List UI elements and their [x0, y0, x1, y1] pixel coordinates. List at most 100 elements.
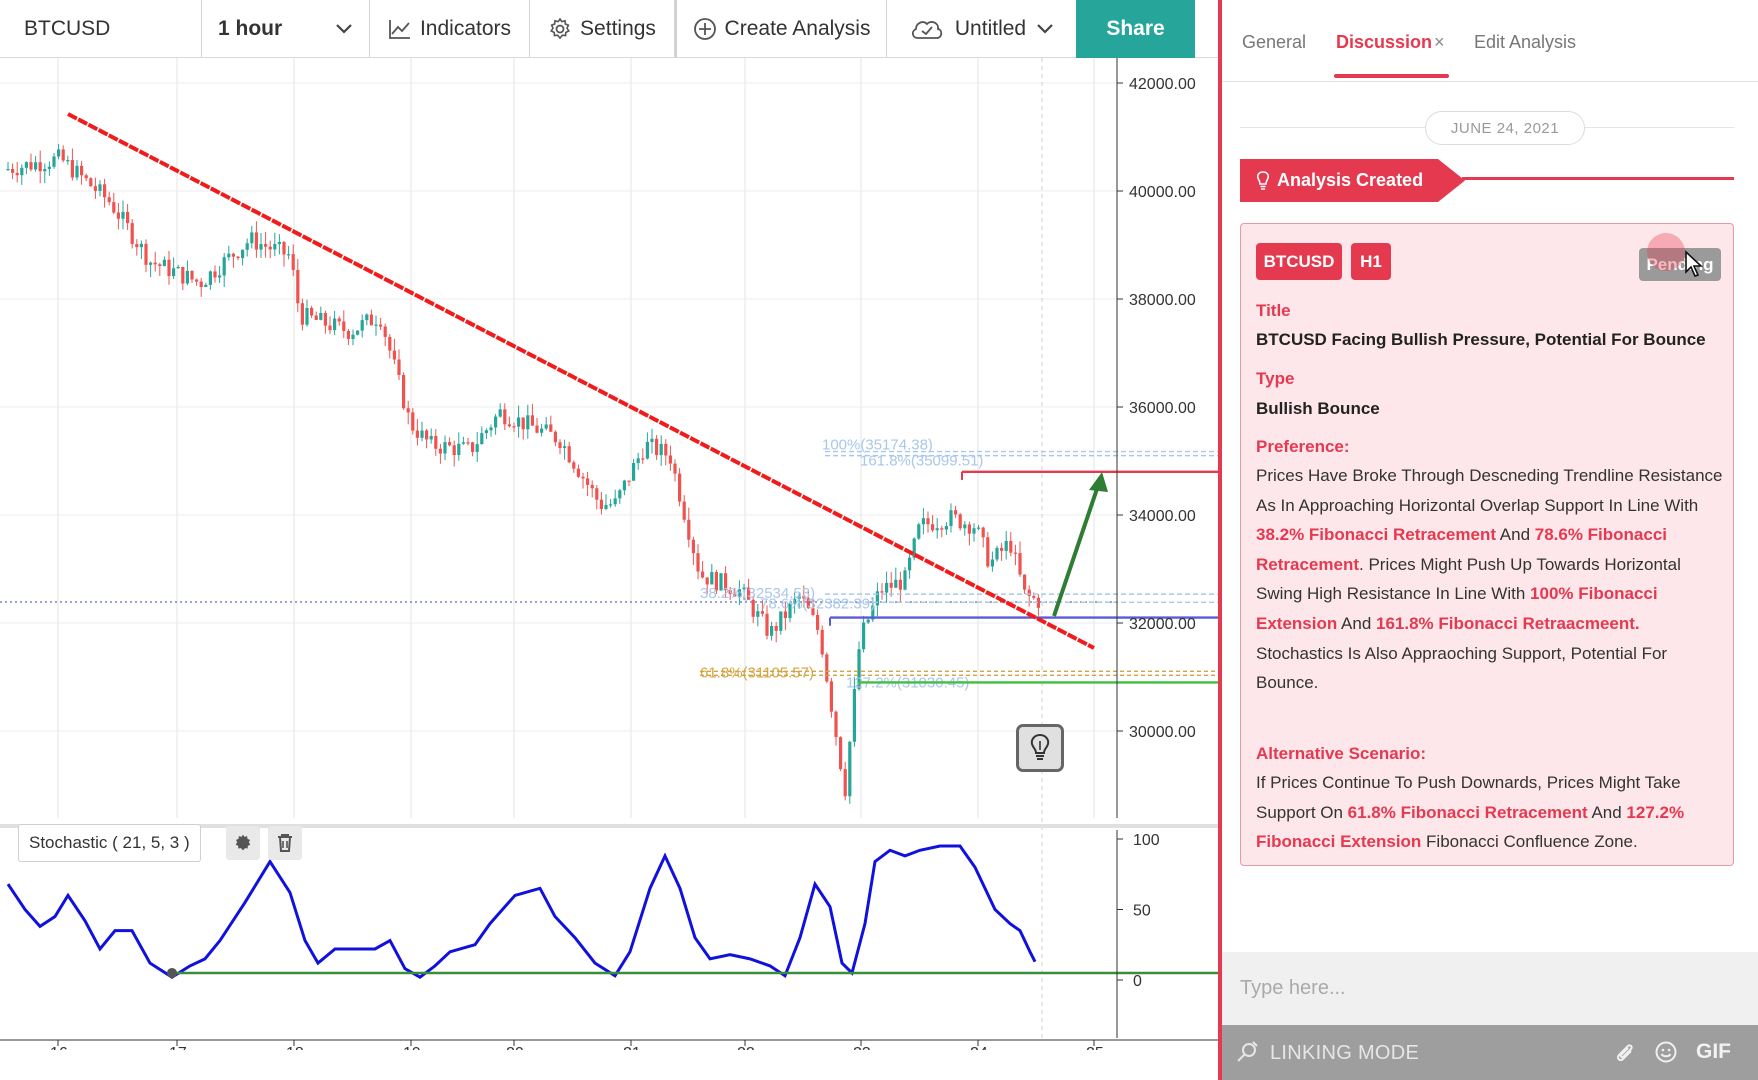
- linking-mode-label[interactable]: LINKING MODE: [1270, 1042, 1419, 1065]
- stoch-tick-label: 100: [1133, 832, 1160, 849]
- candle-body: [972, 528, 976, 534]
- symbol-text: BTCUSD: [24, 17, 111, 40]
- candle-body: [885, 582, 889, 593]
- candle-body: [852, 689, 856, 742]
- indicators-button[interactable]: Indicators: [370, 0, 530, 58]
- timeframe-badge: H1: [1351, 243, 1391, 280]
- gear-icon: [550, 17, 571, 40]
- candle-body: [360, 320, 364, 331]
- fib-label-1618: 161.8%(35099.51): [860, 453, 983, 470]
- candle-body: [250, 232, 254, 244]
- lightbulb-icon: [1030, 733, 1050, 760]
- candle-body: [57, 149, 61, 157]
- candlestick-series: [6, 143, 1040, 804]
- candle-body: [889, 582, 893, 588]
- candle-body: [710, 572, 714, 585]
- price-chart[interactable]: 100%(35174.38) 161.8%(35099.51) 38.2%(3253…: [0, 58, 1221, 1050]
- candle-body: [475, 444, 479, 452]
- date-pill: JUNE 24, 2021: [1425, 111, 1585, 145]
- tab-close-icon[interactable]: ×: [1434, 32, 1445, 53]
- candle-body: [75, 165, 79, 178]
- layout-name: Untitled: [954, 17, 1027, 40]
- date-tick-label: 23: [853, 1045, 871, 1050]
- gear-icon: [235, 834, 251, 851]
- stochastic-legend[interactable]: Stochastic ( 21, 5, 3 ): [18, 824, 201, 862]
- candle-body: [264, 244, 268, 247]
- candle-body: [287, 254, 291, 256]
- date-tick-label: 18: [286, 1045, 304, 1050]
- stochastic-delete-button[interactable]: [268, 826, 302, 860]
- candle-body: [66, 160, 70, 162]
- candle-body: [995, 547, 999, 560]
- linking-mode-icon[interactable]: [1234, 1039, 1260, 1065]
- candle-body: [323, 313, 327, 326]
- candle-body: [195, 279, 199, 282]
- paperclip-icon[interactable]: [1614, 1040, 1636, 1064]
- candle-body: [158, 264, 162, 267]
- candle-body: [489, 427, 493, 431]
- candle-body: [135, 244, 139, 248]
- stoch-tick-label: 50: [1133, 903, 1151, 920]
- candle-body: [678, 473, 682, 502]
- candle-body: [507, 424, 511, 427]
- candle-body: [783, 611, 787, 618]
- create-analysis-button[interactable]: Create Analysis: [675, 0, 887, 58]
- candle-body: [434, 435, 438, 449]
- candle-body: [563, 446, 567, 449]
- candle-body: [273, 244, 277, 250]
- candle-body: [448, 442, 452, 446]
- candle-body: [268, 246, 272, 250]
- timeframe-dropdown[interactable]: 1 hour: [202, 0, 370, 58]
- candle-body: [530, 415, 534, 426]
- emoji-icon[interactable]: [1654, 1040, 1678, 1064]
- candle-body: [954, 510, 958, 515]
- candle-body: [944, 526, 948, 530]
- chart-canvas[interactable]: 100%(35174.38)161.8%(35099.51)38.2%(3253…: [0, 58, 1218, 1050]
- candle-body: [880, 591, 884, 593]
- symbol-search-box[interactable]: BTCUSD: [0, 0, 202, 58]
- candle-body: [402, 374, 406, 409]
- line-chart-icon: [389, 20, 410, 39]
- candle-body: [526, 415, 530, 430]
- click-highlight: [1647, 233, 1685, 271]
- candle-body: [503, 409, 507, 425]
- candle-body: [461, 442, 465, 444]
- trash-icon: [278, 834, 292, 852]
- candle-body: [406, 408, 410, 413]
- idea-bulb-button[interactable]: [1016, 724, 1064, 772]
- price-tick-label: 42000.00: [1129, 76, 1196, 93]
- candle-body: [452, 445, 456, 456]
- candle-body: [576, 468, 580, 477]
- preference-text: Prices Have Broke Through Descneding Tre…: [1256, 466, 1723, 693]
- candle-body: [908, 557, 912, 571]
- message-input[interactable]: Type here...: [1222, 952, 1758, 1025]
- candle-body: [599, 499, 603, 509]
- settings-button[interactable]: Settings: [530, 0, 675, 58]
- tab-discussion[interactable]: Discussion: [1336, 32, 1432, 53]
- candle-body: [337, 318, 341, 322]
- candle-body: [751, 599, 755, 617]
- candle-body: [227, 253, 231, 258]
- candle-body: [926, 518, 930, 525]
- stochastic-settings-button[interactable]: [226, 826, 260, 860]
- price-tick-label: 38000.00: [1129, 292, 1196, 309]
- cloud-check-icon: [911, 21, 943, 39]
- candle-body: [770, 626, 774, 636]
- candle-body: [484, 430, 488, 434]
- candle-body: [116, 212, 120, 219]
- candle-body: [222, 257, 226, 276]
- chart-axes: 42000.00 40000.00 38000.00 36000.00 34000.00…: [0, 58, 1218, 1050]
- candle-body: [15, 172, 19, 176]
- candle-body: [374, 324, 378, 326]
- stochastic-anchor-point: [167, 967, 177, 978]
- candle-body: [443, 442, 447, 454]
- layout-dropdown[interactable]: Untitled: [887, 0, 1077, 58]
- gif-button[interactable]: GIF: [1696, 1040, 1731, 1064]
- tab-edit-analysis[interactable]: Edit Analysis: [1474, 32, 1576, 53]
- candle-body: [917, 524, 921, 539]
- share-button[interactable]: Share: [1076, 0, 1195, 58]
- candle-body: [705, 577, 709, 585]
- date-separator: JUNE 24, 2021: [1240, 111, 1734, 145]
- candle-body: [604, 504, 608, 509]
- tab-general[interactable]: General: [1242, 32, 1306, 53]
